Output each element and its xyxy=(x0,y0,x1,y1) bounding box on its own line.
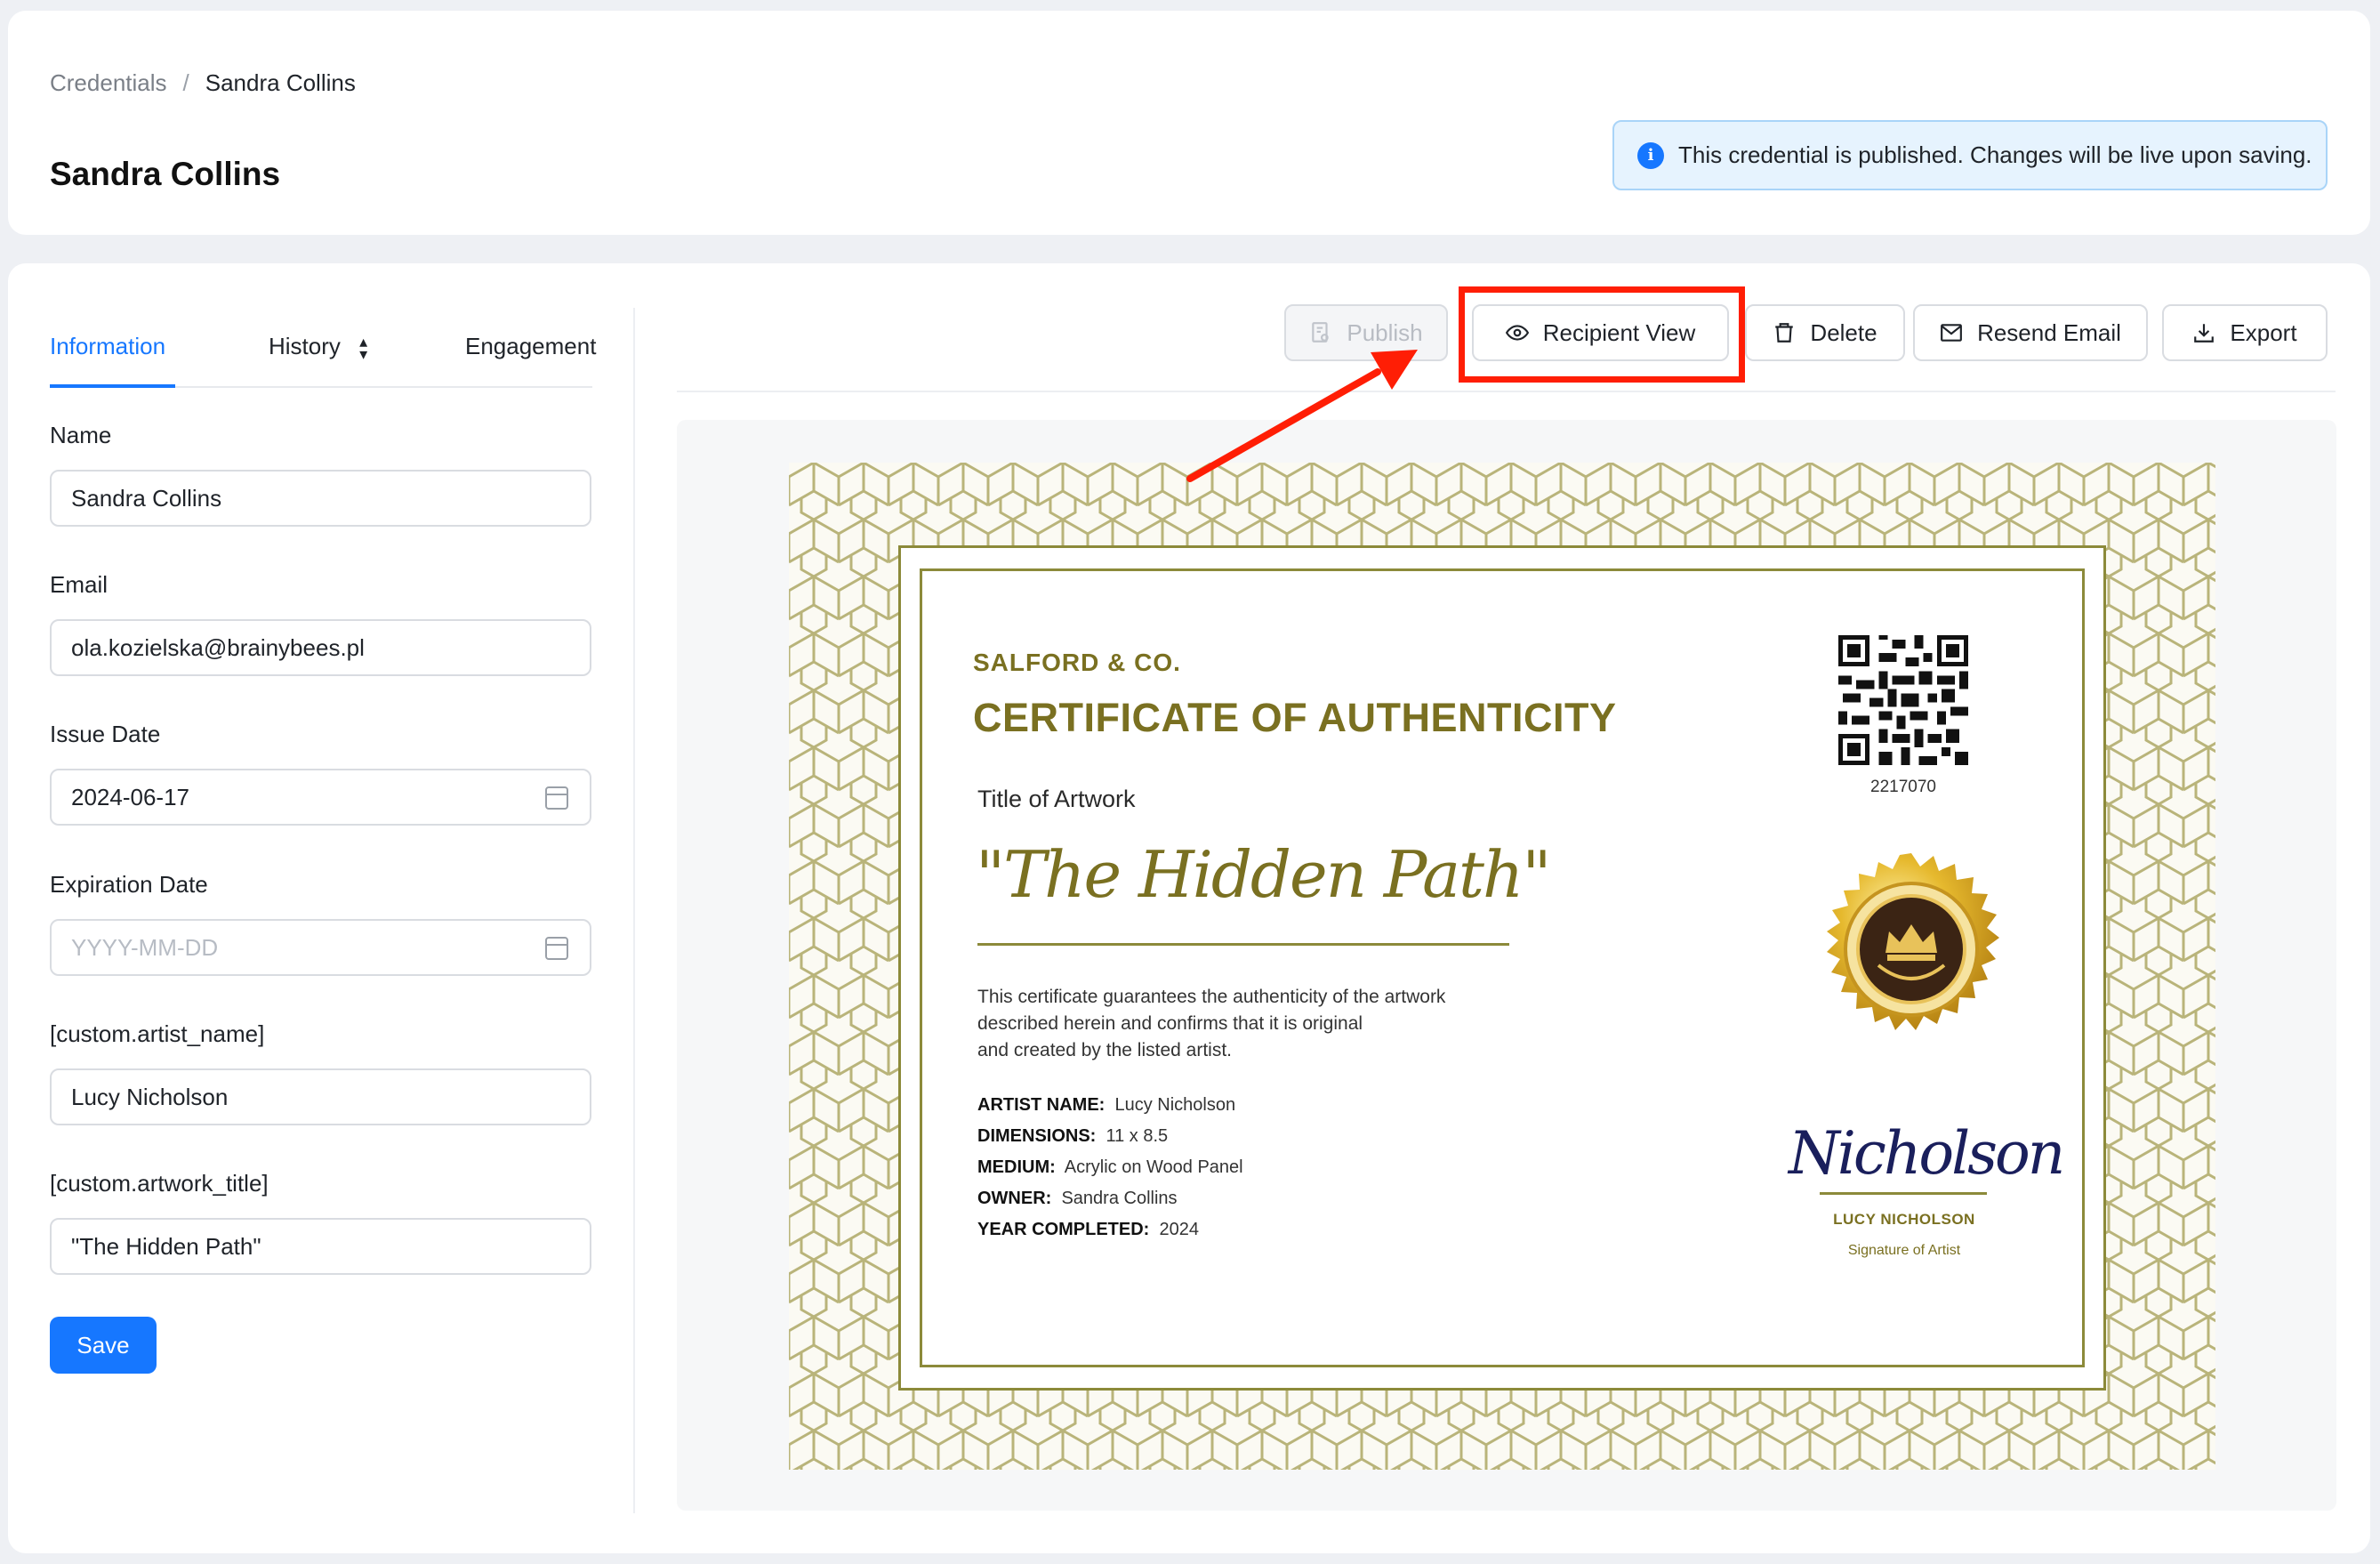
signature-line xyxy=(1820,1192,1987,1195)
publish-icon xyxy=(1312,322,1330,343)
description-line: described herein and confirms that it is… xyxy=(977,1013,1363,1034)
export-button[interactable]: Export xyxy=(2162,304,2328,361)
header-card: Credentials / Sandra Collins Sandra Coll… xyxy=(8,11,2370,235)
tab-history-label: History xyxy=(269,333,341,359)
publish-label: Publish xyxy=(1347,318,1423,346)
page-title: Sandra Collins xyxy=(50,156,281,192)
issue-date-label: Issue Date xyxy=(50,721,161,747)
alert-text: This credential is published. Changes wi… xyxy=(1678,141,2312,168)
delete-label: Delete xyxy=(1810,318,1877,346)
active-tab-indicator xyxy=(50,384,175,388)
qr-code-number: 2217070 xyxy=(1870,778,1936,796)
qr-code-icon xyxy=(1838,635,1968,765)
detail-value: 11 x 8.5 xyxy=(1106,1126,1169,1146)
detail-value: Acrylic on Wood Panel xyxy=(1064,1157,1243,1177)
detail-row: MEDIUM: Acrylic on Wood Panel xyxy=(977,1152,1243,1183)
detail-row: ARTIST NAME: Lucy Nicholson xyxy=(977,1090,1243,1121)
highlight-annotation-box xyxy=(1459,286,1745,383)
certificate-artwork-label: Title of Artwork xyxy=(977,786,1136,812)
email-value: ola.kozielska@brainybees.pl xyxy=(71,633,365,661)
detail-key: MEDIUM: xyxy=(977,1157,1056,1177)
breadcrumb-current: Sandra Collins xyxy=(205,69,356,96)
artist-name-input[interactable]: Lucy Nicholson xyxy=(50,1068,591,1125)
main-card: Information History ▴ ▾ Engagement Name S… xyxy=(8,263,2370,1553)
certificate-description: This certificate guarantees the authenti… xyxy=(977,984,1547,1064)
download-icon xyxy=(2194,324,2215,343)
certificate-preview: SALFORD & CO. CERTIFICATE OF AUTHENTICIT… xyxy=(677,420,2336,1511)
expiration-date-placeholder: YYYY-MM-DD xyxy=(71,933,219,961)
breadcrumb-separator: / xyxy=(182,69,189,96)
detail-key: DIMENSIONS: xyxy=(977,1126,1097,1146)
detail-value: 2024 xyxy=(1159,1220,1199,1239)
resend-email-button[interactable]: Resend Email xyxy=(1913,304,2148,361)
export-label: Export xyxy=(2230,318,2297,346)
email-input[interactable]: ola.kozielska@brainybees.pl xyxy=(50,619,591,676)
certificate-artwork-title: "The Hidden Path" xyxy=(976,837,1551,912)
mail-icon xyxy=(1941,324,1962,342)
published-alert: i This credential is published. Changes … xyxy=(1612,120,2328,190)
info-icon: i xyxy=(1637,141,1664,169)
sort-icon: ▴ ▾ xyxy=(359,333,368,364)
save-button[interactable]: Save xyxy=(50,1317,157,1374)
calendar-icon[interactable] xyxy=(545,937,568,960)
signer-caption: Signature of Artist xyxy=(1847,1243,1961,1258)
trash-icon xyxy=(1775,323,1794,343)
tab-engagement[interactable]: Engagement xyxy=(465,333,596,360)
certificate-body: SALFORD & CO. CERTIFICATE OF AUTHENTICIT… xyxy=(898,545,2106,1391)
description-line: This certificate guarantees the authenti… xyxy=(977,987,1446,1007)
publish-button[interactable]: Publish xyxy=(1284,304,1448,361)
gold-seal-icon xyxy=(1827,853,1999,1030)
signer-name: LUCY NICHOLSON xyxy=(1833,1211,1975,1228)
tab-information[interactable]: Information xyxy=(50,333,165,360)
breadcrumb-credentials-link[interactable]: Credentials xyxy=(50,69,167,97)
artwork-title-input[interactable]: "The Hidden Path" xyxy=(50,1218,591,1275)
name-label: Name xyxy=(50,422,112,448)
detail-key: OWNER: xyxy=(977,1189,1052,1208)
tab-engagement-label: Engagement xyxy=(465,333,597,359)
artist-signature: Nicholson xyxy=(1789,1119,2065,1188)
detail-row: DIMENSIONS: 11 x 8.5 xyxy=(977,1121,1243,1152)
description-line: and created by the listed artist. xyxy=(977,1040,1232,1060)
issue-date-input[interactable]: 2024-06-17 xyxy=(50,769,591,826)
email-label: Email xyxy=(50,571,109,598)
detail-row: OWNER: Sandra Collins xyxy=(977,1183,1243,1214)
certificate-company: SALFORD & CO. xyxy=(973,649,1181,676)
detail-value: Sandra Collins xyxy=(1061,1189,1178,1208)
toolbar-divider xyxy=(677,391,2336,392)
detail-value: Lucy Nicholson xyxy=(1114,1095,1236,1115)
delete-button[interactable]: Delete xyxy=(1745,304,1905,361)
expiration-date-input[interactable]: YYYY-MM-DD xyxy=(50,919,591,976)
certificate-details: ARTIST NAME: Lucy Nicholson DIMENSIONS: … xyxy=(977,1090,1243,1246)
name-input[interactable]: Sandra Collins xyxy=(50,470,591,527)
artwork-title-value: "The Hidden Path" xyxy=(71,1232,261,1260)
certificate: SALFORD & CO. CERTIFICATE OF AUTHENTICIT… xyxy=(789,463,2215,1470)
artwork-title-label: [custom.artwork_title] xyxy=(50,1170,269,1197)
tab-information-label: Information xyxy=(50,333,166,359)
detail-row: YEAR COMPLETED: 2024 xyxy=(977,1214,1243,1246)
resend-email-label: Resend Email xyxy=(1977,318,2121,346)
name-value: Sandra Collins xyxy=(71,484,222,512)
artwork-title-underline xyxy=(977,943,1509,946)
issue-date-value: 2024-06-17 xyxy=(71,783,189,810)
artist-name-value: Lucy Nicholson xyxy=(71,1083,229,1110)
artist-name-label: [custom.artist_name] xyxy=(50,1020,265,1047)
panel-divider xyxy=(633,308,635,1513)
detail-key: ARTIST NAME: xyxy=(977,1095,1106,1115)
calendar-icon[interactable] xyxy=(545,786,568,810)
expiration-date-label: Expiration Date xyxy=(50,871,208,898)
detail-key: YEAR COMPLETED: xyxy=(977,1220,1150,1239)
breadcrumb: Credentials / Sandra Collins xyxy=(50,69,356,97)
certificate-title: CERTIFICATE OF AUTHENTICITY xyxy=(973,695,1617,740)
tab-history[interactable]: History ▴ ▾ xyxy=(269,333,368,364)
tab-bar: Information History ▴ ▾ Engagement xyxy=(50,317,596,388)
